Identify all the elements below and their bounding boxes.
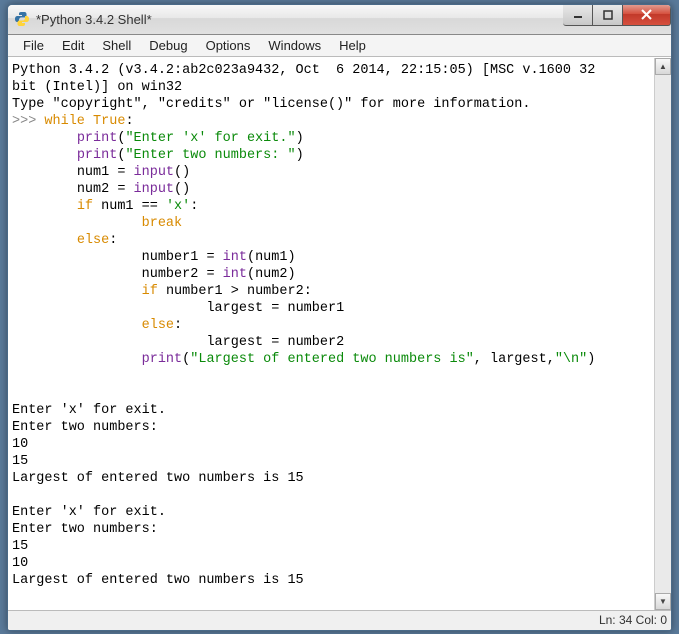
menubar: File Edit Shell Debug Options Windows He… xyxy=(8,35,671,57)
str-literal: "Largest of entered two numbers is" xyxy=(190,352,474,367)
banner-line: Type "copyright", "credits" or "license(… xyxy=(12,97,530,112)
titlebar[interactable]: *Python 3.4.2 Shell* xyxy=(8,5,671,35)
kw-if: if xyxy=(77,199,93,214)
str-literal: "Enter two numbers: " xyxy=(125,148,295,163)
bi-print: print xyxy=(77,131,118,146)
kw-else: else xyxy=(142,318,174,333)
var: number2 xyxy=(247,284,304,299)
kw-true: True xyxy=(93,114,125,129)
menu-edit[interactable]: Edit xyxy=(53,36,93,55)
scroll-up-icon[interactable]: ▲ xyxy=(655,58,671,75)
scroll-track[interactable] xyxy=(655,75,671,593)
output-line: Largest of entered two numbers is 15 xyxy=(12,471,312,486)
output-line: Enter 'x' for exit. xyxy=(12,403,166,418)
var: number1 xyxy=(142,250,199,265)
python-app-icon xyxy=(14,11,30,27)
bi-int: int xyxy=(223,250,247,265)
maximize-button[interactable] xyxy=(593,5,623,26)
output-line: Enter two numbers: xyxy=(12,420,166,435)
var: number2 xyxy=(287,335,344,350)
str-literal: 'x' xyxy=(166,199,190,214)
bi-int: int xyxy=(223,267,247,282)
var: num2 xyxy=(77,182,109,197)
var: num1 xyxy=(101,199,133,214)
output-line: 15 xyxy=(12,454,28,469)
cursor-position: Ln: 34 Col: 0 xyxy=(599,613,667,627)
menu-debug[interactable]: Debug xyxy=(140,36,196,55)
editor-area: Python 3.4.2 (v3.4.2:ab2c023a9432, Oct 6… xyxy=(8,57,671,610)
kw-break: break xyxy=(142,216,183,231)
output-line: 10 xyxy=(12,437,28,452)
statusbar: Ln: 34 Col: 0 xyxy=(8,610,671,630)
bi-input: input xyxy=(134,182,175,197)
close-button[interactable] xyxy=(623,5,671,26)
window-controls xyxy=(563,5,671,26)
var: number1 xyxy=(166,284,223,299)
banner-line: Python 3.4.2 (v3.4.2:ab2c023a9432, Oct 6… xyxy=(12,63,595,78)
window-title: *Python 3.4.2 Shell* xyxy=(36,12,563,27)
var: largest xyxy=(490,352,547,367)
str-literal: "Enter 'x' for exit." xyxy=(125,131,295,146)
var: num1 xyxy=(77,165,109,180)
var: largest xyxy=(206,335,263,350)
menu-file[interactable]: File xyxy=(14,36,53,55)
bi-print: print xyxy=(77,148,118,163)
var: largest xyxy=(206,301,263,316)
menu-shell[interactable]: Shell xyxy=(93,36,140,55)
shell-editor[interactable]: Python 3.4.2 (v3.4.2:ab2c023a9432, Oct 6… xyxy=(8,58,654,610)
output-line: 15 xyxy=(12,539,28,554)
output-line: Enter 'x' for exit. xyxy=(12,505,166,520)
kw-if: if xyxy=(142,284,158,299)
output-line: Largest of entered two numbers is 15 xyxy=(12,573,312,588)
menu-help[interactable]: Help xyxy=(330,36,375,55)
scroll-down-icon[interactable]: ▼ xyxy=(655,593,671,610)
minimize-button[interactable] xyxy=(563,5,593,26)
app-window: *Python 3.4.2 Shell* File Edit Shell Deb… xyxy=(7,4,672,631)
menu-windows[interactable]: Windows xyxy=(259,36,330,55)
menu-options[interactable]: Options xyxy=(197,36,260,55)
output-line: 10 xyxy=(12,556,28,571)
vertical-scrollbar[interactable]: ▲ ▼ xyxy=(654,58,671,610)
kw-else: else xyxy=(77,233,109,248)
var: num2 xyxy=(255,267,287,282)
var: number1 xyxy=(287,301,344,316)
str-literal: "\n" xyxy=(555,352,587,367)
kw-while: while xyxy=(44,114,85,129)
var: num1 xyxy=(255,250,287,265)
bi-print: print xyxy=(142,352,183,367)
banner-line: bit (Intel)] on win32 xyxy=(12,80,182,95)
prompt: >>> xyxy=(12,114,44,129)
output-line: Enter two numbers: xyxy=(12,522,166,537)
var: number2 xyxy=(142,267,199,282)
bi-input: input xyxy=(134,165,175,180)
